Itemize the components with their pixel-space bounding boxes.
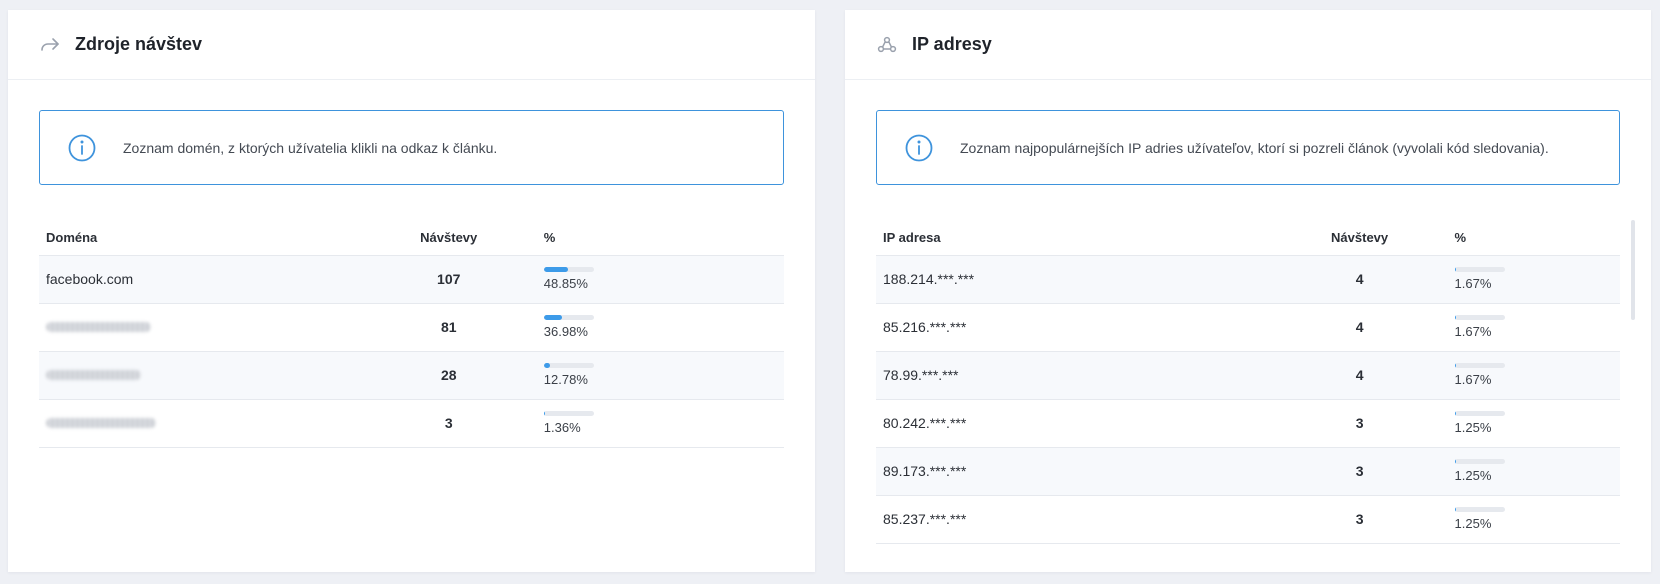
referrers-card: Zdroje návštev Zoznam domén, z ktorých u… — [8, 10, 815, 572]
column-header-visits[interactable]: Návštevy — [1292, 220, 1427, 256]
percent-bar — [1454, 363, 1505, 368]
ip-title: IP adresy — [912, 34, 992, 54]
redacted-domain — [46, 322, 151, 332]
percent-bar — [1454, 411, 1505, 416]
table-row[interactable]: 81 36.98% — [39, 303, 784, 352]
referrers-title: Zdroje návštev — [75, 34, 203, 54]
column-header-domain[interactable]: Doména — [39, 220, 382, 256]
percent-bar-fill — [1454, 411, 1457, 416]
table-row[interactable]: 3 1.36% — [39, 399, 784, 448]
percent-bar — [543, 411, 594, 416]
referrers-info-box: Zoznam domén, z ktorých užívatelia klikl… — [39, 110, 784, 185]
scrollbar-thumb[interactable] — [1631, 220, 1635, 320]
percent-bar — [543, 363, 594, 368]
ip-table: IP adresa Návštevy % 188.214.***.*** 4 1.6… — [876, 220, 1620, 544]
table-row[interactable]: 28 12.78% — [39, 351, 784, 400]
percent-bar — [543, 315, 594, 320]
ip-address-cell: 85.216.***.*** — [883, 319, 967, 335]
visits-cell: 4 — [1292, 351, 1427, 400]
table-row[interactable]: 80.242.***.*** 3 1.25% — [876, 399, 1620, 448]
percent-bar — [1454, 459, 1505, 464]
percent-bar-fill — [1454, 459, 1457, 464]
table-row[interactable]: 85.237.***.*** 3 1.25% — [876, 495, 1620, 544]
percent-value: 1.25% — [1454, 420, 1492, 435]
percent-bar — [1454, 315, 1505, 320]
table-row[interactable]: 78.99.***.*** 4 1.67% — [876, 351, 1620, 400]
referrers-card-header: Zdroje návštev — [8, 10, 815, 80]
info-icon — [68, 134, 96, 161]
column-header-percent[interactable]: % — [1426, 220, 1620, 256]
percent-bar-fill — [1454, 363, 1457, 368]
ip-address-cell: 78.99.***.*** — [883, 367, 959, 383]
share-arrow-icon — [39, 34, 61, 56]
percent-bar — [1454, 507, 1505, 512]
visits-cell: 81 — [381, 303, 516, 352]
visits-cell: 3 — [1292, 495, 1427, 544]
ip-info-box: Zoznam najpopulárnejších IP adries užíva… — [876, 110, 1620, 185]
visits-cell: 4 — [1292, 255, 1427, 304]
ip-info-text: Zoznam najpopulárnejších IP adries užíva… — [960, 139, 1549, 156]
visits-cell: 3 — [381, 399, 516, 448]
redacted-domain — [46, 418, 156, 428]
visits-cell: 4 — [1292, 303, 1427, 352]
info-icon — [905, 134, 933, 161]
percent-bar-fill — [1454, 507, 1457, 512]
referrers-table: Doména Návštevy % facebook.com 107 48.85% 8… — [39, 220, 784, 448]
table-row[interactable]: 188.214.***.*** 4 1.67% — [876, 255, 1620, 304]
percent-bar — [1454, 267, 1505, 272]
percent-bar-fill — [543, 267, 569, 272]
percent-value: 1.25% — [1454, 516, 1492, 531]
percent-value: 12.78% — [543, 372, 588, 387]
percent-value: 1.25% — [1454, 468, 1492, 483]
percent-bar — [543, 267, 594, 272]
ip-address-cell: 80.242.***.*** — [883, 415, 967, 431]
percent-bar-fill — [543, 363, 551, 368]
visits-cell: 107 — [381, 255, 516, 304]
percent-bar-fill — [1454, 315, 1457, 320]
percent-bar-fill — [543, 315, 563, 320]
network-nodes-icon — [876, 34, 898, 56]
scrollbar[interactable] — [1631, 220, 1635, 320]
percent-value: 1.67% — [1454, 276, 1492, 291]
table-row[interactable]: 85.216.***.*** 4 1.67% — [876, 303, 1620, 352]
percent-value: 36.98% — [543, 324, 588, 339]
percent-value: 1.36% — [543, 420, 581, 435]
percent-value: 48.85% — [543, 276, 588, 291]
column-header-visits[interactable]: Návštevy — [381, 220, 516, 256]
ip-address-cell: 85.237.***.*** — [883, 511, 967, 527]
ip-address-cell: 188.214.***.*** — [883, 271, 975, 287]
domain-cell: facebook.com — [46, 271, 134, 287]
percent-bar-fill — [543, 411, 546, 416]
visits-cell: 3 — [1292, 447, 1427, 496]
table-row[interactable]: facebook.com 107 48.85% — [39, 255, 784, 304]
ip-card-header: IP adresy — [845, 10, 1651, 80]
column-header-percent[interactable]: % — [515, 220, 784, 256]
visits-cell: 28 — [381, 351, 516, 400]
redacted-domain — [46, 370, 141, 380]
ip-addresses-card: IP adresy Zoznam najpopulárnejších IP ad… — [845, 10, 1651, 572]
percent-value: 1.67% — [1454, 372, 1492, 387]
percent-bar-fill — [1454, 267, 1457, 272]
percent-value: 1.67% — [1454, 324, 1492, 339]
table-row[interactable]: 89.173.***.*** 3 1.25% — [876, 447, 1620, 496]
visits-cell: 3 — [1292, 399, 1427, 448]
referrers-info-text: Zoznam domén, z ktorých užívatelia klikl… — [123, 139, 498, 156]
column-header-ip[interactable]: IP adresa — [876, 220, 1293, 256]
ip-address-cell: 89.173.***.*** — [883, 463, 967, 479]
